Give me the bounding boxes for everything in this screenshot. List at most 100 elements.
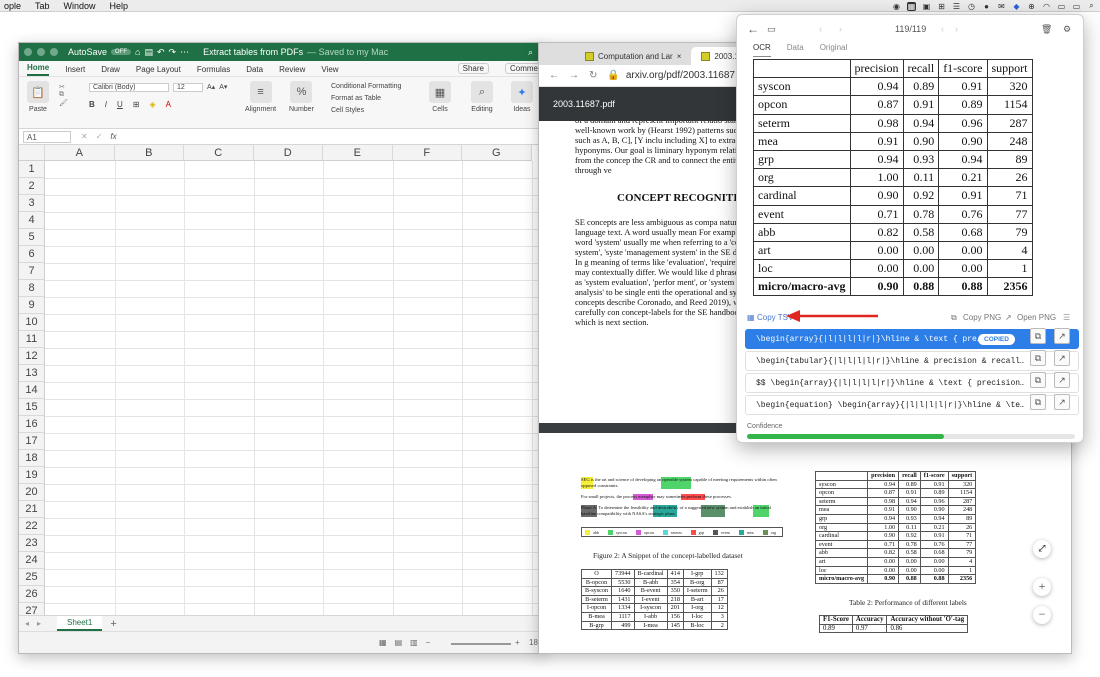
conditional-formatting-button[interactable]: Conditional Formatting	[331, 81, 401, 93]
underline-icon[interactable]: U	[117, 100, 123, 109]
column-header[interactable]: D	[253, 145, 323, 161]
name-box[interactable]: A1	[23, 130, 71, 143]
row-header[interactable]: 26	[19, 586, 45, 603]
save-icon[interactable]: ▤	[144, 47, 153, 58]
address-bar[interactable]: arxiv.org/pdf/2003.11687.pdf	[626, 70, 752, 81]
next-capture-icon[interactable]: ›	[839, 24, 842, 34]
column-header[interactable]: E	[323, 145, 393, 161]
column-header[interactable]: A	[45, 145, 115, 161]
row-header[interactable]: 13	[19, 365, 45, 382]
bold-icon[interactable]: B	[89, 100, 95, 109]
row-header[interactable]: 8	[19, 280, 45, 297]
number-group[interactable]: % Number	[289, 81, 314, 113]
fit-page-button[interactable]: ⤢	[1033, 540, 1051, 558]
borders-icon[interactable]: ⊞	[133, 100, 140, 109]
wifi-icon[interactable]: ◠	[1042, 2, 1051, 11]
spreadsheet-grid[interactable]: A B C D E F G 1 2 3 4 5 6 7 8 9 10 11 12 13 14 15 16 17 18 19 20 21…	[19, 145, 543, 621]
grid-icon[interactable]: ⊞	[937, 2, 946, 11]
zoom-slider[interactable]	[451, 643, 511, 645]
gpu-icon[interactable]: ▣	[922, 2, 931, 11]
row-header[interactable]: 19	[19, 467, 45, 484]
row-header[interactable]: 6	[19, 246, 45, 263]
menu-item-help[interactable]: Help	[110, 1, 129, 11]
cells-group[interactable]: ▦ Cells	[429, 81, 451, 113]
latex-option[interactable]: \begin{array}{|l|l|l|l|r|}\hline & \text…	[745, 329, 1079, 349]
copy-icon[interactable]: ⧉	[1030, 394, 1046, 410]
row-header[interactable]: 7	[19, 263, 45, 280]
ideas-group[interactable]: ✦ Ideas	[511, 81, 533, 113]
forward-icon[interactable]: →	[569, 70, 579, 81]
row-header[interactable]: 14	[19, 382, 45, 399]
open-external-icon[interactable]: ↗	[1054, 394, 1070, 410]
editing-group[interactable]: ⌕ Editing	[471, 81, 493, 113]
clock-icon[interactable]: ◷	[967, 2, 976, 11]
decrease-font-icon[interactable]: A▾	[219, 83, 227, 92]
share-button[interactable]: Share	[457, 63, 489, 74]
format-painter-icon[interactable]: 🖌	[59, 99, 68, 107]
autosave-toggle[interactable]: OFF	[111, 49, 132, 55]
row-header[interactable]: 5	[19, 229, 45, 246]
open-external-icon[interactable]: ↗	[1054, 350, 1070, 366]
row-header[interactable]: 22	[19, 518, 45, 535]
trash-icon[interactable]: 🗑	[1041, 24, 1052, 35]
menu-item-window[interactable]: Window	[64, 1, 96, 11]
font-color-icon[interactable]: A	[166, 100, 171, 109]
tab-view[interactable]: View	[321, 65, 338, 76]
cancel-icon[interactable]: ✕	[81, 132, 88, 141]
dropbox-icon[interactable]: ◆	[1012, 2, 1021, 11]
row-header[interactable]: 24	[19, 552, 45, 569]
page-layout-view-icon[interactable]: ▤	[395, 638, 403, 647]
row-header[interactable]: 9	[19, 297, 45, 314]
tab-ocr[interactable]: OCR	[753, 43, 771, 57]
menu-item-tab[interactable]: Tab	[35, 1, 50, 11]
copy-icon[interactable]: ⧉	[1030, 350, 1046, 366]
row-header[interactable]: 20	[19, 484, 45, 501]
column-header[interactable]: F	[392, 145, 462, 161]
column-header[interactable]: B	[114, 145, 184, 161]
menu-item-apple-app[interactable]: ople	[4, 1, 21, 11]
home-icon[interactable]: ⌂	[135, 47, 140, 57]
cut-icon[interactable]: ✂	[59, 83, 68, 91]
alignment-group[interactable]: ≡ Alignment	[245, 81, 276, 113]
add-sheet-icon[interactable]: +	[110, 618, 116, 630]
sliders-icon[interactable]: ☰	[1063, 313, 1070, 322]
row-header[interactable]: 3	[19, 195, 45, 212]
close-tab-icon[interactable]: ×	[677, 52, 682, 61]
font-size-select[interactable]: 12	[173, 83, 203, 92]
tab-formulas[interactable]: Formulas	[197, 65, 230, 76]
row-header[interactable]: 11	[19, 331, 45, 348]
previous-capture-icon[interactable]: ‹	[941, 24, 944, 34]
search-icon[interactable]: ⌕	[528, 47, 533, 58]
row-header[interactable]: 21	[19, 501, 45, 518]
fill-color-icon[interactable]: ◈	[150, 100, 156, 109]
font-name-select[interactable]: Calibri (Body)	[89, 83, 169, 92]
zoom-in-icon[interactable]: +	[515, 638, 520, 647]
tab-data[interactable]: Data	[246, 65, 263, 76]
undo-icon[interactable]: ↶	[157, 47, 165, 58]
table-capture-icon[interactable]: ▦	[907, 1, 916, 11]
zoom-out-button[interactable]: −	[1033, 606, 1051, 624]
tab-insert[interactable]: Insert	[65, 65, 85, 76]
next-capture-icon[interactable]: ›	[955, 24, 958, 34]
back-arrow-icon[interactable]: ←	[747, 22, 759, 36]
next-sheet-icon[interactable]: ▸	[37, 619, 41, 628]
increase-font-icon[interactable]: A▴	[207, 83, 215, 92]
row-header[interactable]: 18	[19, 450, 45, 467]
row-header[interactable]: 10	[19, 314, 45, 331]
tab-page-layout[interactable]: Page Layout	[136, 65, 181, 76]
reload-icon[interactable]: ↻	[589, 70, 597, 81]
search-icon[interactable]: ⌕	[1087, 1, 1096, 11]
copy-icon[interactable]: ⧉	[59, 91, 68, 99]
paste-group[interactable]: 📋 Paste	[27, 81, 49, 113]
tab-home[interactable]: Home	[27, 63, 50, 76]
zoom-out-icon[interactable]: −	[426, 638, 431, 647]
column-header[interactable]: C	[184, 145, 254, 161]
latex-option[interactable]: $$ \begin{array}{|l|l|l|l|r|}\hline & \t…	[745, 373, 1079, 393]
customize-toolbar-icon[interactable]: ⋯	[180, 47, 189, 58]
check-icon[interactable]: ✓	[96, 132, 103, 141]
open-external-icon[interactable]: ↗	[1054, 328, 1070, 344]
row-header[interactable]: 17	[19, 433, 45, 450]
airplay-icon[interactable]: ▭	[1072, 2, 1081, 11]
latex-option[interactable]: \begin{tabular}{|l|l|l|l|r|}\hline & pre…	[745, 351, 1079, 371]
row-header[interactable]: 23	[19, 535, 45, 552]
